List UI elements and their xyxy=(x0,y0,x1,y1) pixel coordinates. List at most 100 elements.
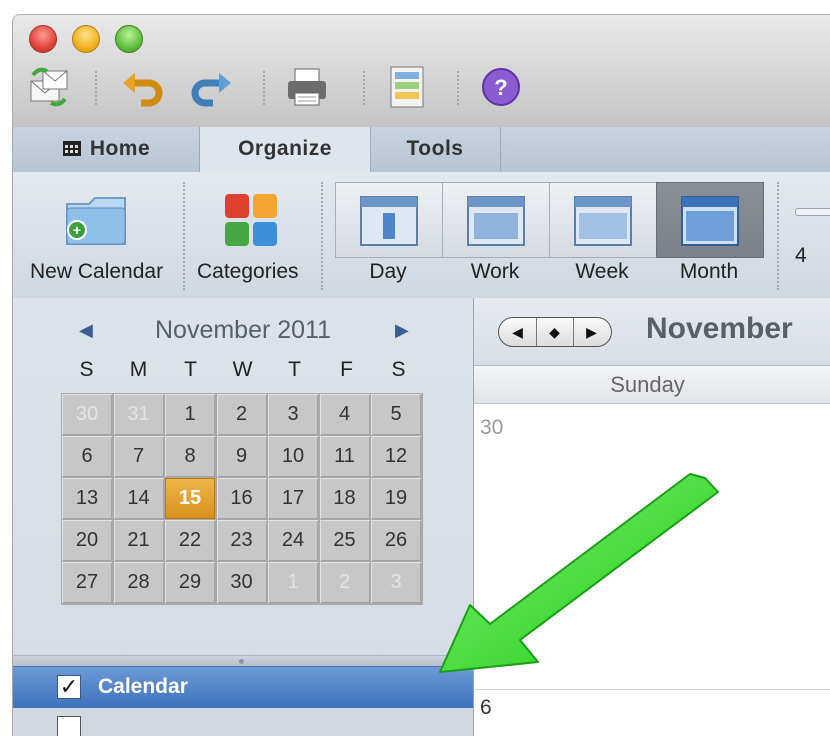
redo-icon[interactable] xyxy=(189,65,233,109)
day-view-label: Day xyxy=(369,260,407,283)
mini-calendar-title: November 2011 xyxy=(154,316,332,344)
mini-calendar-day[interactable]: 11 xyxy=(319,436,370,477)
weekday-label: T xyxy=(184,358,197,381)
undo-icon[interactable] xyxy=(121,65,165,109)
calendar-list-item[interactable] xyxy=(13,708,473,736)
mini-calendar-day[interactable]: 26 xyxy=(371,520,421,561)
slider-min-label: 4 xyxy=(795,244,807,267)
mini-calendar-day[interactable]: 18 xyxy=(319,478,370,519)
next-button[interactable]: ▶ xyxy=(573,318,610,346)
tab-home-label: Home xyxy=(89,137,151,160)
day-view-button[interactable] xyxy=(335,182,443,258)
mini-calendar-day[interactable]: 31 xyxy=(113,394,164,435)
svg-text:?: ? xyxy=(494,75,507,100)
mini-calendar-day[interactable]: 28 xyxy=(113,562,164,603)
send-receive-icon[interactable] xyxy=(27,65,71,109)
close-window-button[interactable] xyxy=(29,25,57,53)
tab-tools[interactable]: Tools xyxy=(370,127,501,171)
mini-calendar-day[interactable]: 2 xyxy=(216,394,267,435)
day-header-sunday: Sunday xyxy=(474,366,830,404)
week-view-button[interactable] xyxy=(549,182,657,258)
mini-calendar-day[interactable]: 13 xyxy=(62,478,112,519)
mini-calendar-header: ◀ November 2011 ▶ xyxy=(13,316,473,346)
mini-calendar-day[interactable]: 3 xyxy=(371,562,421,603)
calendar-checkbox[interactable] xyxy=(57,716,81,736)
weekday-label: F xyxy=(340,358,353,381)
mini-calendar-day[interactable]: 9 xyxy=(216,436,267,477)
new-calendar-icon[interactable]: + xyxy=(63,190,133,250)
mini-calendar-day[interactable]: 6 xyxy=(62,436,112,477)
zoom-window-button[interactable] xyxy=(115,25,143,53)
month-view-button[interactable] xyxy=(656,182,764,258)
categories-label[interactable]: Categories xyxy=(197,260,299,284)
date-cell-label[interactable]: 6 xyxy=(480,696,492,720)
mini-calendar-day[interactable]: 25 xyxy=(319,520,370,561)
day-view-icon xyxy=(360,196,418,246)
mini-calendar-day[interactable]: 23 xyxy=(216,520,267,561)
mini-calendar-day[interactable]: 17 xyxy=(268,478,318,519)
new-calendar-label[interactable]: New Calendar xyxy=(30,260,163,284)
note-icon[interactable] xyxy=(385,65,429,109)
mini-calendar-day[interactable]: 16 xyxy=(216,478,267,519)
mini-calendar-day[interactable]: 19 xyxy=(371,478,421,519)
weekday-label: M xyxy=(129,358,148,381)
work-week-view-icon xyxy=(467,196,525,246)
tab-organize[interactable]: Organize xyxy=(199,127,371,173)
week-view-label: Week xyxy=(575,260,629,283)
mini-calendar-day[interactable]: 1 xyxy=(268,562,318,603)
calendar-icon xyxy=(62,141,81,156)
mini-calendar-day[interactable]: 21 xyxy=(113,520,164,561)
calendar-list-item[interactable]: ✓ Calendar xyxy=(13,666,473,709)
weekday-label: S xyxy=(391,358,406,381)
work-view-label: Work xyxy=(470,260,520,283)
categories-icon[interactable] xyxy=(223,192,279,248)
mini-calendar-day[interactable]: 15 xyxy=(165,478,215,519)
mini-prev-month-button[interactable]: ◀ xyxy=(79,320,93,341)
calendar-checkbox[interactable]: ✓ xyxy=(57,675,81,699)
mini-calendar-day[interactable]: 27 xyxy=(62,562,112,603)
outlook-window: ? Home Organize Tools + New Calendar Cat… xyxy=(12,14,830,736)
print-icon[interactable] xyxy=(285,65,329,109)
mini-calendar-day[interactable]: 22 xyxy=(165,520,215,561)
ribbon-tabs: Home Organize Tools xyxy=(13,127,830,173)
month-view: ◀ ◆ ▶ November Sunday 30 6 xyxy=(474,298,830,736)
mini-next-month-button[interactable]: ▶ xyxy=(395,320,409,341)
mini-calendar-day[interactable]: 3 xyxy=(268,394,318,435)
weekday-label: W xyxy=(232,358,253,381)
weekday-label: S xyxy=(79,358,94,381)
mini-calendar-day[interactable]: 30 xyxy=(62,394,112,435)
mini-calendar-day[interactable]: 14 xyxy=(113,478,164,519)
mini-calendar-day[interactable]: 20 xyxy=(62,520,112,561)
work-week-view-button[interactable] xyxy=(442,182,550,258)
date-cell-label[interactable]: 30 xyxy=(480,416,503,440)
mini-calendar-day[interactable]: 24 xyxy=(268,520,318,561)
mini-calendar-day[interactable]: 2 xyxy=(319,562,370,603)
mini-calendar-day[interactable]: 12 xyxy=(371,436,421,477)
calendar-item-label: Calendar xyxy=(98,675,188,698)
sidebar-splitter[interactable] xyxy=(13,655,473,666)
help-icon[interactable]: ? xyxy=(479,65,523,109)
svg-text:+: + xyxy=(73,222,81,238)
mini-calendar-day[interactable]: 5 xyxy=(371,394,421,435)
mini-calendar-day[interactable]: 30 xyxy=(216,562,267,603)
mini-calendar-day[interactable]: 29 xyxy=(165,562,215,603)
month-nav-bar: ◀ ◆ ▶ November xyxy=(474,298,830,366)
organize-ribbon: + New Calendar Categories Day Work Week … xyxy=(13,172,830,299)
minimize-window-button[interactable] xyxy=(72,25,100,53)
month-title: November xyxy=(646,312,793,345)
previous-button[interactable]: ◀ xyxy=(499,318,537,346)
mini-calendar-day[interactable]: 7 xyxy=(113,436,164,477)
tab-home[interactable]: Home xyxy=(13,127,200,171)
month-view-label: Month xyxy=(679,260,739,283)
month-view-icon xyxy=(681,196,739,246)
mini-calendar-day[interactable]: 1 xyxy=(165,394,215,435)
tab-organize-label: Organize xyxy=(238,137,332,160)
mini-calendar-day[interactable]: 8 xyxy=(165,436,215,477)
date-navigator: ◀ ◆ ▶ xyxy=(498,317,612,347)
weekday-label: T xyxy=(288,358,301,381)
mini-calendar-day[interactable]: 4 xyxy=(319,394,370,435)
tab-tools-label: Tools xyxy=(406,137,464,160)
mini-calendar-day[interactable]: 10 xyxy=(268,436,318,477)
today-button[interactable]: ◆ xyxy=(536,318,574,346)
zoom-slider[interactable] xyxy=(795,208,830,216)
